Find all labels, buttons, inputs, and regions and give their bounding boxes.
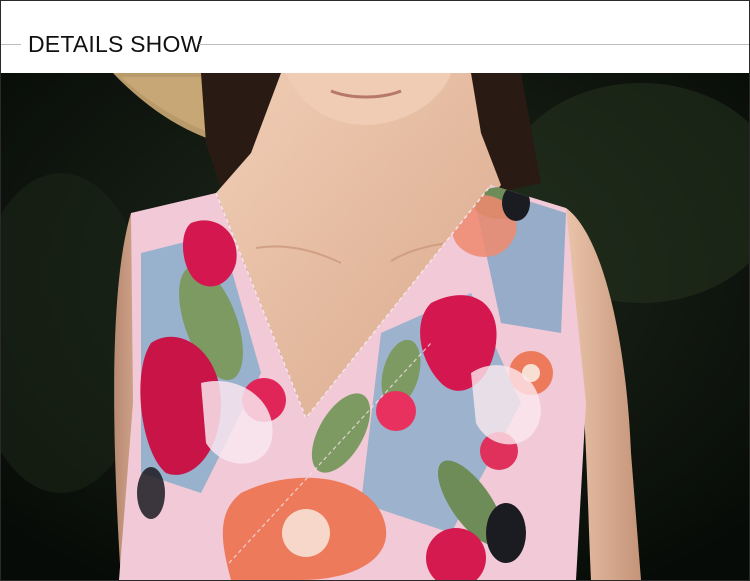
header-rule-right [199,44,749,45]
header-rule-left [1,44,21,45]
section-header: DETAILS SHOW [1,1,749,73]
section-title: DETAILS SHOW [28,31,203,57]
product-photo-illustration [1,73,749,580]
product-detail-panel: DETAILS SHOW [0,0,750,581]
product-photo [1,73,749,580]
